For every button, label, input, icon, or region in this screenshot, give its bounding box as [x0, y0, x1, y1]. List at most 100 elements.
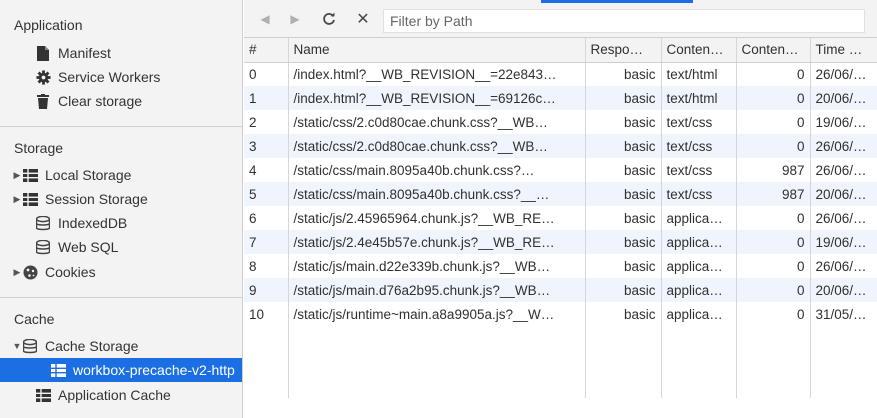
cell-response: basic	[585, 110, 662, 134]
cell-content-length: 0	[736, 86, 811, 110]
cell-content-type: text/html	[661, 86, 737, 110]
section-title-cache: Cache	[14, 311, 55, 327]
cell-time-cached: 20/06/…	[810, 182, 877, 206]
gear-icon	[35, 69, 51, 85]
table-row[interactable]: 10/static/js/runtime~main.a8a9905a.js?__…	[244, 302, 877, 326]
clear-icon[interactable]: ✕	[351, 7, 375, 31]
column-header-content-length[interactable]: Conten…	[736, 38, 811, 63]
sidebar-item-cache-storage[interactable]: ▼ Cache Storage	[0, 334, 242, 358]
cell-time-cached: 31/05/…	[810, 302, 877, 326]
sidebar-item-label: Service Workers	[58, 69, 161, 85]
cell-time-cached: 26/06/…	[810, 254, 877, 278]
cell-name: /static/js/main.d76a2b95.chunk.js?__WB…	[288, 278, 586, 302]
cell-time-cached: 19/06/…	[810, 230, 877, 254]
sidebar-item-session-storage[interactable]: ▶ Session Storage	[0, 187, 242, 211]
cell-content-type: text/css	[661, 158, 737, 182]
database-icon	[22, 338, 38, 354]
database-icon	[35, 215, 51, 231]
table-row[interactable]: 7/static/js/2.4e45b57e.chunk.js?__WB_RE……	[244, 230, 877, 254]
cell-index: 1	[244, 86, 289, 110]
cell-index: 2	[244, 110, 289, 134]
cell-response: basic	[585, 278, 662, 302]
column-header-content-type[interactable]: Conten…	[661, 38, 737, 63]
sidebar-item-label: Local Storage	[45, 167, 132, 183]
column-header-index[interactable]: #	[244, 38, 289, 63]
cell-content-type: text/css	[661, 110, 737, 134]
collapse-arrow-icon[interactable]: ▼	[0, 341, 22, 351]
sidebar-item-indexeddb[interactable]: IndexedDB	[0, 211, 242, 235]
table-row[interactable]: 8/static/js/main.d22e339b.chunk.js?__WB……	[244, 254, 877, 278]
grid-icon	[35, 387, 51, 403]
tab-indicator	[541, 0, 693, 3]
empty-cell	[585, 374, 662, 398]
sidebar-item-local-storage[interactable]: ▶ Local Storage	[0, 163, 242, 187]
grid-icon	[22, 167, 38, 183]
cell-response: basic	[585, 86, 662, 110]
back-icon[interactable]: ◀	[253, 7, 277, 31]
cell-name: /static/js/runtime~main.a8a9905a.js?__W…	[288, 302, 586, 326]
cell-index: 4	[244, 158, 289, 182]
cell-index: 3	[244, 134, 289, 158]
table-row[interactable]: 6/static/js/2.45965964.chunk.js?__WB_RE……	[244, 206, 877, 230]
cell-name: /index.html?__WB_REVISION__=69126c…	[288, 86, 586, 110]
empty-cell	[736, 350, 811, 374]
sidebar-item-manifest[interactable]: Manifest	[0, 41, 242, 65]
cell-index: 0	[244, 62, 289, 86]
cell-content-type: applica…	[661, 302, 737, 326]
column-header-response[interactable]: Respo…	[585, 38, 662, 63]
sidebar-item-clear-storage[interactable]: Clear storage	[0, 89, 242, 113]
cell-index: 7	[244, 230, 289, 254]
sidebar-item-label: IndexedDB	[58, 215, 128, 231]
empty-cell	[736, 326, 811, 350]
sidebar-item-application-cache[interactable]: Application Cache	[0, 383, 242, 407]
table-row[interactable]: 9/static/js/main.d76a2b95.chunk.js?__WB……	[244, 278, 877, 302]
cell-index: 9	[244, 278, 289, 302]
cell-content-length: 0	[736, 62, 811, 86]
toolbar: ◀ ▶ ✕	[244, 0, 877, 38]
table-row[interactable]: 0/index.html?__WB_REVISION__=22e843… basi…	[244, 62, 877, 86]
empty-cell	[288, 374, 586, 398]
cell-response: basic	[585, 206, 662, 230]
cell-content-length: 0	[736, 278, 811, 302]
sidebar-item-label: Clear storage	[58, 93, 143, 109]
cell-response: basic	[585, 302, 662, 326]
cell-content-type: applica…	[661, 230, 737, 254]
cell-content-length: 0	[736, 110, 811, 134]
sidebar-item-label: Session Storage	[45, 191, 148, 207]
section-title-storage: Storage	[14, 140, 64, 156]
cell-time-cached: 26/06/…	[810, 206, 877, 230]
table-row[interactable]: 1/index.html?__WB_REVISION__=69126c… basi…	[244, 86, 877, 110]
table-row[interactable]: 2/static/css/2.c0d80cae.chunk.css?__WB… b…	[244, 110, 877, 134]
cell-index: 8	[244, 254, 289, 278]
sidebar-item-cookies[interactable]: ▶ Cookies	[0, 260, 242, 284]
cell-name: /static/js/2.45965964.chunk.js?__WB_RE…	[288, 206, 586, 230]
cell-name: /static/css/main.8095a40b.chunk.css?__…	[288, 182, 586, 206]
forward-icon[interactable]: ▶	[283, 7, 307, 31]
expand-arrow-icon[interactable]: ▶	[0, 267, 22, 278]
empty-cell	[661, 374, 737, 398]
sidebar-item-workbox-precache[interactable]: workbox-precache-v2-http	[0, 358, 242, 382]
empty-cell	[288, 326, 586, 350]
expand-arrow-icon[interactable]: ▶	[0, 194, 22, 205]
column-header-time-cached[interactable]: Time C…	[810, 38, 877, 63]
expand-arrow-icon[interactable]: ▶	[0, 170, 22, 181]
filter-input[interactable]	[383, 9, 865, 33]
section-title-application: Application	[14, 17, 83, 33]
cell-response: basic	[585, 230, 662, 254]
cell-index: 10	[244, 302, 289, 326]
column-header-name[interactable]: Name	[288, 38, 586, 63]
sidebar-item-label: Cookies	[45, 264, 96, 280]
empty-cell	[288, 350, 586, 374]
cell-content-length: 0	[736, 254, 811, 278]
cell-time-cached: 26/06/…	[810, 158, 877, 182]
empty-cell	[661, 350, 737, 374]
table-row[interactable]: 3/static/css/2.c0d80cae.chunk.css?__WB… b…	[244, 134, 877, 158]
sidebar-item-label: Application Cache	[58, 387, 171, 403]
cell-name: /static/css/2.c0d80cae.chunk.css?__WB…	[288, 134, 586, 158]
sidebar-item-web-sql[interactable]: Web SQL	[0, 235, 242, 259]
table-row[interactable]: 4/static/css/main.8095a40b.chunk.css?… ba…	[244, 158, 877, 182]
refresh-icon[interactable]	[317, 7, 341, 31]
sidebar-item-service-workers[interactable]: Service Workers	[0, 65, 242, 89]
cell-content-length: 0	[736, 302, 811, 326]
table-row[interactable]: 5/static/css/main.8095a40b.chunk.css?__……	[244, 182, 877, 206]
